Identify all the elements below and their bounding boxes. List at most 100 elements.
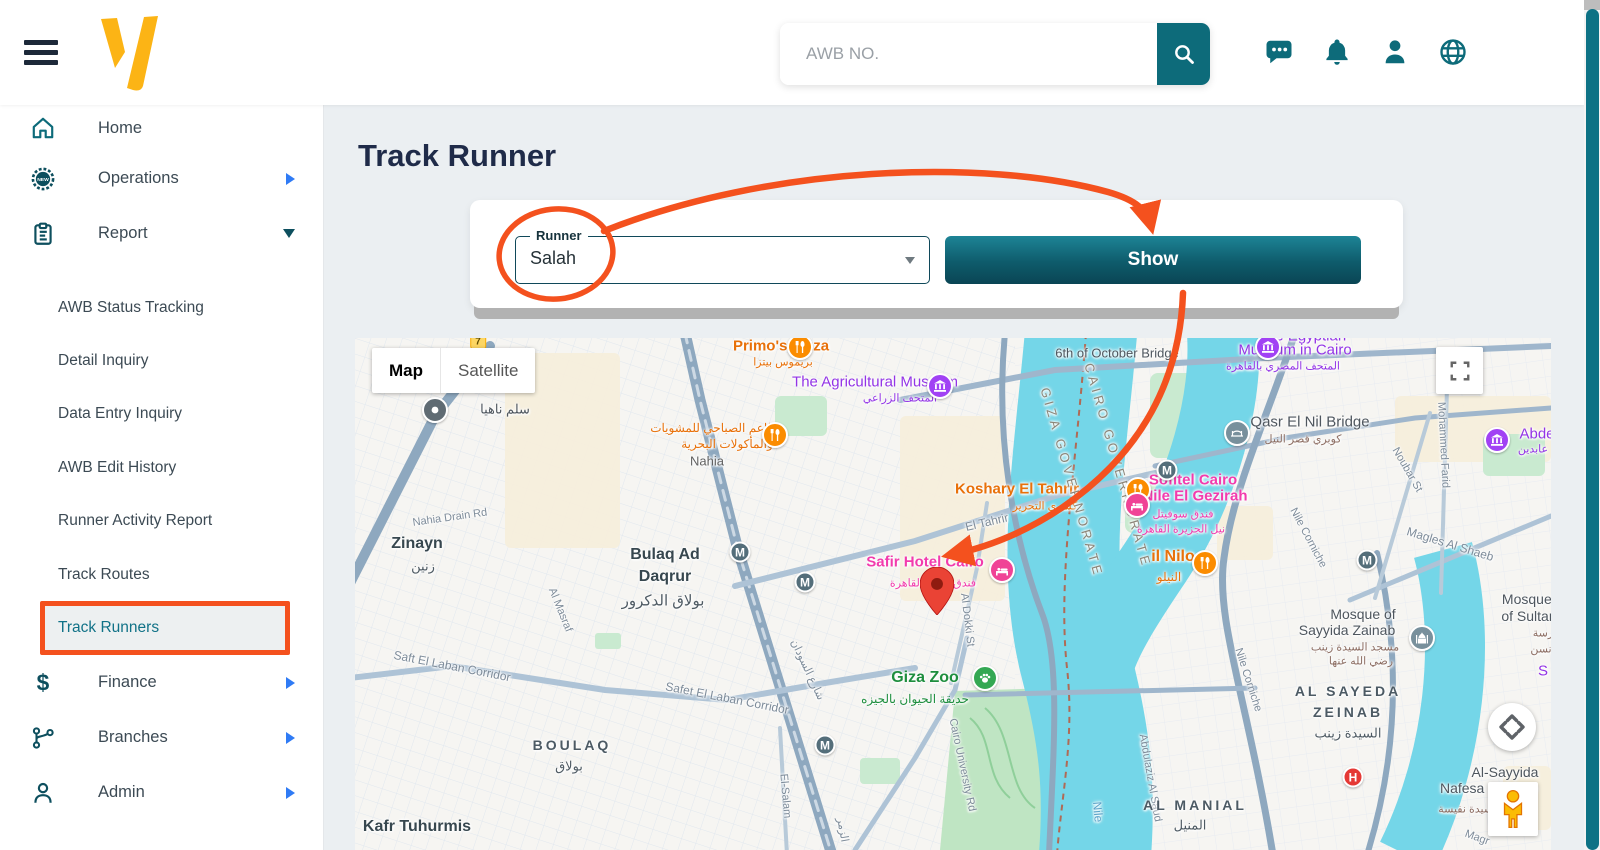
fullscreen-button[interactable] [1436,347,1483,394]
report-icon [30,221,56,247]
sidebar-item-label: Operations [98,169,179,187]
runner-form-card: Runner Salah Show [470,200,1403,308]
runner-select[interactable]: Runner Salah [515,228,930,284]
map-label: Mosque-M [1501,590,1551,607]
map-label: Qasr El Nil Bridge [1250,413,1370,431]
sidebar-item-branches[interactable]: Branches [0,710,323,765]
poi-hotel-icon[interactable] [989,557,1015,583]
poi-museum-icon[interactable] [1484,427,1510,453]
sidebar-item-label: Branches [98,728,168,747]
poi-metro-icon[interactable]: M [794,571,816,593]
scrollbar-thumb[interactable] [1585,9,1599,850]
map-canvas[interactable]: Primo's Pizza بريموس بيتزا The Agricultura… [355,338,1551,850]
search-icon [1174,45,1194,64]
poi-hotel-icon[interactable] [1124,492,1150,518]
sidebar-item-finance[interactable]: $ Finance [0,655,323,710]
map-label: Nile [1090,801,1106,823]
satellite-view-button[interactable]: Satellite [441,348,535,393]
pegman-streetview[interactable] [1488,782,1538,836]
map-label: نيل الجزيرة القاهرة [1136,523,1226,536]
pan-control[interactable] [1488,703,1536,751]
map-label: of Sultan [1501,607,1551,624]
map-label: Primo's Pizza [732,338,830,355]
sidebar-item-admin[interactable]: Admin [0,765,323,820]
pan-arrows-icon [1499,714,1525,740]
sidebar-item-home[interactable]: Home [0,105,323,151]
chevron-right-icon [286,172,295,185]
map-label: حديقة الحيوان بالجيزه [861,692,969,707]
map-label: Mosque of [1330,605,1396,622]
sidebar-item-label: Runner Activity Report [58,512,213,530]
poi-hospital-icon[interactable]: H [1342,766,1364,788]
map-label: بولاق الدكرور [621,592,705,610]
notifications-icon[interactable] [1320,36,1354,70]
sidebar-item-awb-status-tracking[interactable]: AWB Status Tracking [0,281,323,334]
topbar [0,0,1584,105]
map-label: كوبري قصر النيل [1264,433,1342,446]
map-label: Al-Sayyida [1471,763,1539,780]
poi-metro-icon[interactable]: M [729,541,751,563]
map-label: مسجد السيدة زينب [1310,641,1400,654]
poi-restaurant-icon[interactable] [787,338,813,360]
map-label: S [1537,662,1549,680]
runner-select-value: Salah [530,248,577,268]
show-button[interactable]: Show [945,236,1361,284]
map-label: كشري التحرير [1012,500,1078,513]
sidebar-item-label: Data Entry Inquiry [58,405,183,423]
sidebar-nav: Home NEW Operations Report AWB Status Tracki… [0,105,323,820]
topbar-actions [1262,36,1470,70]
map-label: النيلو [1156,570,1182,585]
profile-icon[interactable] [1378,36,1412,70]
brand-logo[interactable] [98,16,160,94]
map-label: المنيل [1173,817,1207,833]
poi-museum-icon[interactable] [1255,338,1281,360]
sidebar-item-label: AWB Status Tracking [58,298,204,316]
sidebar-item-track-runners[interactable]: Track Runners [40,601,290,656]
poi-metro-icon[interactable]: M [1356,549,1378,571]
sidebar-item-operations[interactable]: NEW Operations [0,151,323,206]
map-label: رضي الله عنها [1328,655,1394,668]
sidebar-item-track-routes[interactable]: Track Routes [0,548,323,601]
poi-restaurant-icon[interactable] [1192,550,1218,576]
map-label: Koshary El Tahrir [955,480,1079,498]
search-button[interactable] [1157,23,1210,85]
page-scrollbar [1584,0,1600,850]
poi-zoo-icon[interactable] [972,665,998,691]
map-label: il Nilo [1151,547,1195,565]
map-label: 6th of October Bridge [1055,345,1179,361]
sidebar-item-label: Track Routes [58,565,150,583]
runner-location-marker[interactable] [919,566,955,620]
poi-mosque-icon[interactable] [1409,625,1435,651]
sidebar-item-label: AWB Edit History [58,458,177,476]
hamburger-menu-icon[interactable] [24,40,58,67]
sidebar-item-report[interactable]: Report [0,206,323,261]
operations-icon: NEW [30,166,56,192]
sidebar-item-awb-edit-history[interactable]: AWB Edit History [0,441,323,494]
sidebar-item-runner-activity-report[interactable]: Runner Activity Report [0,495,323,548]
map-label: Kafr Tuhurmis [362,817,472,835]
sidebar-item-detail-inquiry[interactable]: Detail Inquiry [0,334,323,387]
home-icon [30,115,56,141]
poi-graydot-icon[interactable] [422,397,448,423]
language-icon[interactable] [1436,36,1470,70]
chevron-down-icon [283,229,295,238]
map-label: Nile El Gezirah [1142,487,1248,505]
awb-search-input[interactable] [780,23,1157,85]
runner-select-label: Runner [530,228,588,243]
poi-metro-icon[interactable]: M [814,734,836,756]
awb-search [780,23,1210,85]
poi-metro-icon[interactable]: M [1156,459,1178,481]
map-label: Daqrur [638,567,692,585]
poi-museum-icon[interactable] [927,373,953,399]
map-label: بولاق [555,758,583,774]
sidebar-item-data-entry-inquiry[interactable]: Data Entry Inquiry [0,388,323,441]
poi-bridge-icon[interactable] [1224,420,1250,446]
map-view-button[interactable]: Map [372,348,441,393]
map-type-control: Map Satellite [372,348,536,393]
map-label: Nahia [690,453,724,469]
poi-restaurant-icon[interactable] [762,422,788,448]
map-label: والمأكولات البحرية [681,437,773,452]
page-title: Track Runner [358,138,557,173]
chat-icon[interactable] [1262,36,1296,70]
map-label: المتحف الزراعي [862,392,938,405]
